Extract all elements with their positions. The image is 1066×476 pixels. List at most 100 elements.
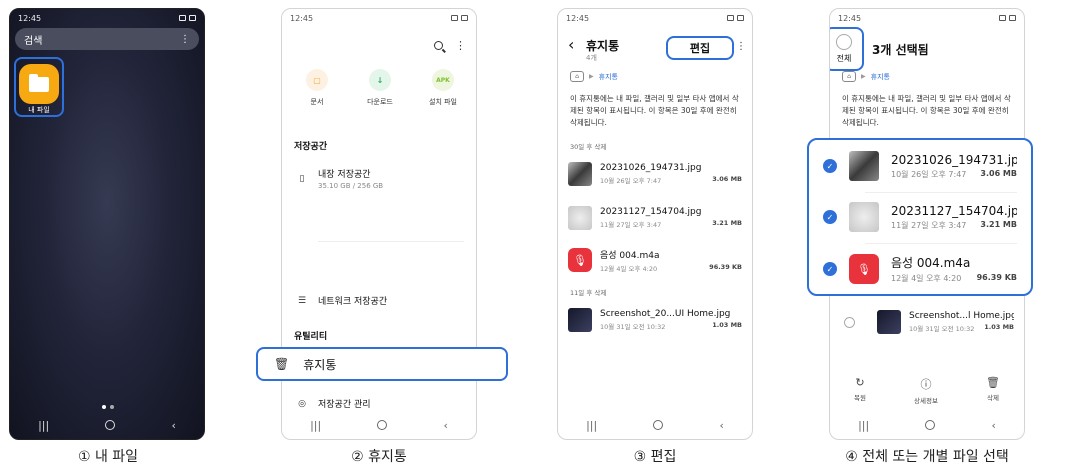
group-header-30-days: 30일 후 삭제	[570, 143, 607, 151]
recents-button[interactable]: |||	[38, 419, 49, 432]
status-time: 12:45	[290, 13, 314, 23]
file-row[interactable]: 🎙 음성 004.m4a 12월 4일 오후 4:20 96.39 KB	[568, 245, 742, 275]
file-name: 음성 004.m4a	[600, 250, 660, 261]
home-button[interactable]	[377, 420, 388, 430]
file-size: 3.06 MB	[980, 168, 1017, 178]
status-icons	[179, 15, 196, 21]
edit-button[interactable]: 편집	[666, 36, 734, 60]
file-name: 20231127_154704.jpg	[891, 203, 1017, 218]
file-name: 20231026_194731.jpg	[600, 163, 702, 173]
navigation-bar: ||| ‹	[282, 411, 476, 439]
home-button[interactable]	[925, 420, 936, 430]
internal-storage-size: 35.10 GB / 256 GB	[318, 182, 384, 190]
file-row-selected[interactable]: ✓ 🎙 음성 004.m4a 12월 4일 오후 4:20 96.39 KB	[823, 249, 1017, 289]
category-installation-files[interactable]: APK 설치 파일	[418, 69, 468, 107]
delete-button[interactable]: 🗑 삭제	[986, 376, 1000, 405]
microphone-icon: 🎙	[849, 254, 879, 284]
details-label: 상세정보	[914, 397, 938, 405]
file-size: 3.06 MB	[712, 175, 742, 183]
file-row[interactable]: 20231127_154704.jpg 11월 27일 오후 3:47 3.21 …	[568, 203, 742, 233]
file-row-unselected[interactable]: Screenshot...l Home.jpg 10월 31일 오전 10:32…	[844, 307, 1014, 337]
file-name: 음성 004.m4a	[891, 256, 971, 270]
folder-icon	[29, 73, 49, 92]
select-all-toggle[interactable]: 전체	[830, 27, 864, 71]
home-search-bar[interactable]: 검색 ⋮	[15, 28, 199, 50]
back-button[interactable]: ‹	[172, 419, 176, 432]
file-row-selected[interactable]: ✓ 20231127_154704.jpg 11월 27일 오후 3:47 3.2…	[823, 197, 1017, 237]
breadcrumb-arrow-icon: ▶	[861, 73, 866, 80]
breadcrumb-trash[interactable]: 휴지통	[871, 72, 890, 82]
storage-manage-label: 저장공간 관리	[318, 400, 371, 410]
recents-button[interactable]: |||	[586, 419, 597, 432]
details-button[interactable]: ⓘ 상세정보	[914, 376, 938, 405]
recents-button[interactable]: |||	[310, 419, 321, 432]
navigation-bar: ||| ‹	[830, 411, 1024, 439]
checked-icon[interactable]: ✓	[823, 262, 837, 276]
file-row[interactable]: 20231026_194731.jpg 10월 26일 오후 7:47 3.06 …	[568, 159, 742, 189]
caption-step-2: ② 휴지통	[351, 449, 407, 465]
image-thumbnail	[849, 202, 879, 232]
home-button[interactable]	[105, 420, 116, 430]
more-options-icon[interactable]: ⋮	[455, 39, 466, 52]
search-icon[interactable]	[434, 41, 443, 50]
file-size: 1.03 MB	[984, 323, 1014, 331]
back-arrow-icon[interactable]: ‹	[568, 35, 574, 54]
more-options-icon[interactable]: ⋮	[736, 41, 746, 52]
trash-notice: 이 휴지통에는 내 파일, 갤러리 및 일부 타사 앱에서 삭제된 항목이 표시…	[842, 94, 1011, 127]
file-date: 10월 31일 오전 10:32	[600, 323, 666, 331]
checked-icon[interactable]: ✓	[823, 210, 837, 224]
internal-storage-label: 내장 저장공간	[318, 170, 371, 180]
back-button[interactable]: ‹	[444, 419, 448, 432]
my-files-app-icon[interactable]	[19, 64, 59, 104]
file-row-selected[interactable]: ✓ 20231026_194731.jpg 10월 26일 오후 7:47 3.0…	[823, 146, 1017, 186]
breadcrumb-trash[interactable]: 휴지통	[599, 72, 618, 82]
utility-section-header: 유틸리티	[294, 332, 328, 342]
network-storage-label: 네트워크 저장공간	[318, 297, 388, 307]
file-date: 10월 26일 오후 7:47	[600, 177, 662, 185]
file-row[interactable]: Screenshot_20...UI Home.jpg 10월 31일 오전 1…	[568, 305, 742, 335]
storage-manage-icon: ◎	[298, 398, 306, 409]
storage-section-header: 저장공간	[294, 142, 328, 152]
select-all-checkbox[interactable]	[836, 34, 852, 50]
file-checkbox[interactable]	[844, 316, 855, 328]
status-time: 12:45	[18, 13, 42, 23]
recents-button[interactable]: |||	[858, 419, 869, 432]
home-icon[interactable]: ⌂	[570, 71, 584, 82]
back-button[interactable]: ‹	[992, 419, 996, 432]
download-icon: ↓	[369, 69, 391, 91]
page-indicator	[102, 405, 114, 409]
network-storage-item[interactable]: ☰ 네트워크 저장공간	[296, 294, 466, 308]
file-name: Screenshot_20...UI Home.jpg	[600, 309, 731, 319]
file-size: 96.39 KB	[709, 262, 742, 271]
group-header-11-days: 11일 후 삭제	[570, 289, 607, 297]
trash-icon: 🗑	[274, 357, 290, 371]
info-icon: ⓘ	[920, 378, 932, 391]
back-button[interactable]: ‹	[720, 419, 724, 432]
checked-icon[interactable]: ✓	[823, 159, 837, 173]
image-thumbnail	[849, 151, 879, 181]
category-documents[interactable]: ▢ 문서	[292, 69, 342, 107]
status-icons	[727, 15, 744, 21]
divider	[318, 241, 464, 242]
screen-trash: 12:45 ‹ 휴지통 4개 편집 ⋮ ⌂ ▶ 휴지통 이 휴지통에는 내 파일…	[557, 8, 753, 440]
navigation-bar: ||| ‹	[10, 411, 204, 439]
home-button[interactable]	[653, 420, 664, 430]
divider	[865, 243, 1017, 244]
file-date: 12월 4일 오후 4:20	[891, 274, 962, 283]
selected-count-title: 3개 선택됨	[872, 43, 929, 57]
trash-item-count: 4개	[586, 54, 597, 62]
status-bar: 12:45	[838, 12, 1016, 24]
status-bar: 12:45	[18, 12, 196, 24]
trash-item[interactable]: 🗑 휴지통	[256, 347, 508, 381]
breadcrumb-arrow-icon: ▶	[589, 73, 594, 80]
restore-button[interactable]: ↻ 복원	[854, 376, 866, 405]
internal-storage-item[interactable]: ▯ 내장 저장공간 35.10 GB / 256 GB	[296, 167, 466, 190]
image-thumbnail	[568, 162, 592, 186]
home-icon[interactable]: ⌂	[842, 71, 856, 82]
more-options-icon[interactable]: ⋮	[180, 34, 190, 45]
storage-manage-item[interactable]: ◎ 저장공간 관리	[296, 397, 466, 411]
file-date: 10월 31일 오전 10:32	[909, 325, 975, 333]
category-downloads[interactable]: ↓ 다운로드	[355, 69, 405, 107]
file-date: 11월 27일 오후 3:47	[891, 220, 967, 230]
caption-step-3: ③ 편집	[633, 449, 677, 465]
